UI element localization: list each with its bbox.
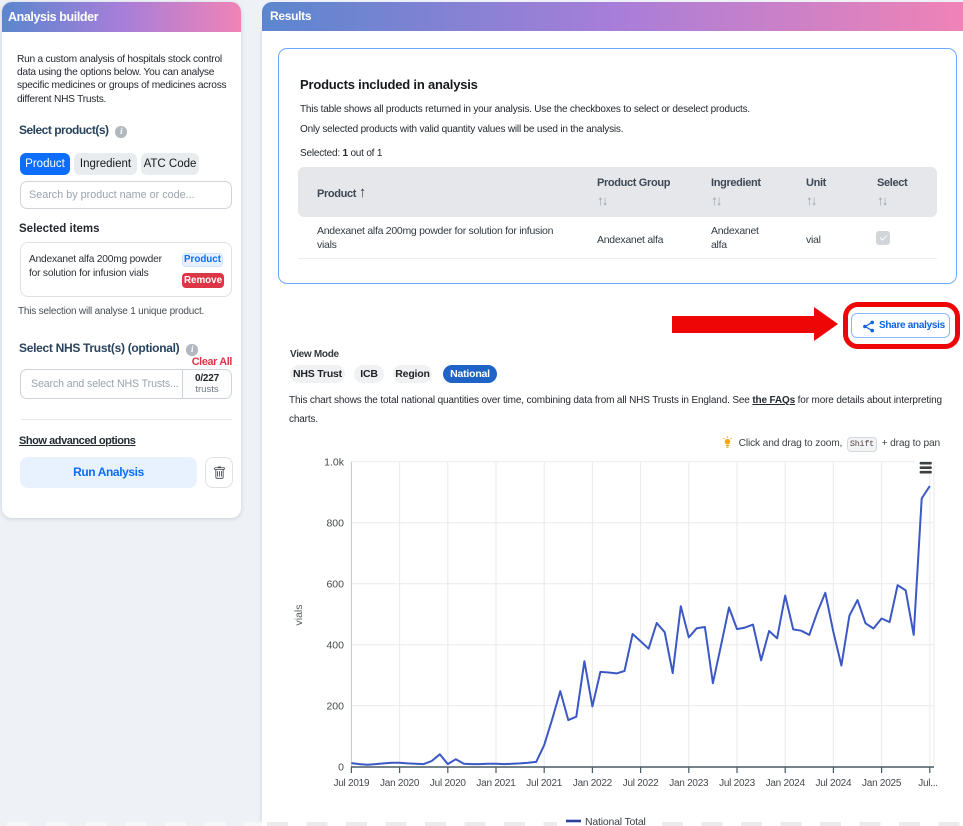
svg-text:Jan 2025: Jan 2025 (862, 778, 902, 789)
svg-text:Jan 2024: Jan 2024 (766, 778, 806, 789)
svg-text:Jan 2022: Jan 2022 (573, 778, 613, 789)
svg-text:400: 400 (326, 640, 344, 652)
svg-text:Jul 2019: Jul 2019 (333, 778, 369, 789)
svg-text:vials: vials (293, 604, 305, 625)
svg-text:Jan 2021: Jan 2021 (476, 778, 516, 789)
svg-text:Jul 2020: Jul 2020 (430, 778, 466, 789)
svg-text:National Total: National Total (585, 816, 646, 826)
svg-text:Jul 2021: Jul 2021 (526, 778, 562, 789)
svg-text:Jul...: Jul... (918, 778, 938, 789)
svg-text:600: 600 (326, 579, 344, 591)
svg-text:Jul 2024: Jul 2024 (815, 778, 851, 789)
svg-text:Jan 2023: Jan 2023 (669, 778, 709, 789)
svg-text:Jul 2023: Jul 2023 (719, 778, 755, 789)
svg-text:1.0k: 1.0k (324, 457, 345, 469)
svg-text:Jan 2020: Jan 2020 (380, 778, 420, 789)
svg-text:0: 0 (338, 762, 344, 774)
svg-text:Jul 2022: Jul 2022 (623, 778, 659, 789)
svg-text:200: 200 (326, 701, 344, 713)
svg-text:800: 800 (326, 518, 344, 530)
